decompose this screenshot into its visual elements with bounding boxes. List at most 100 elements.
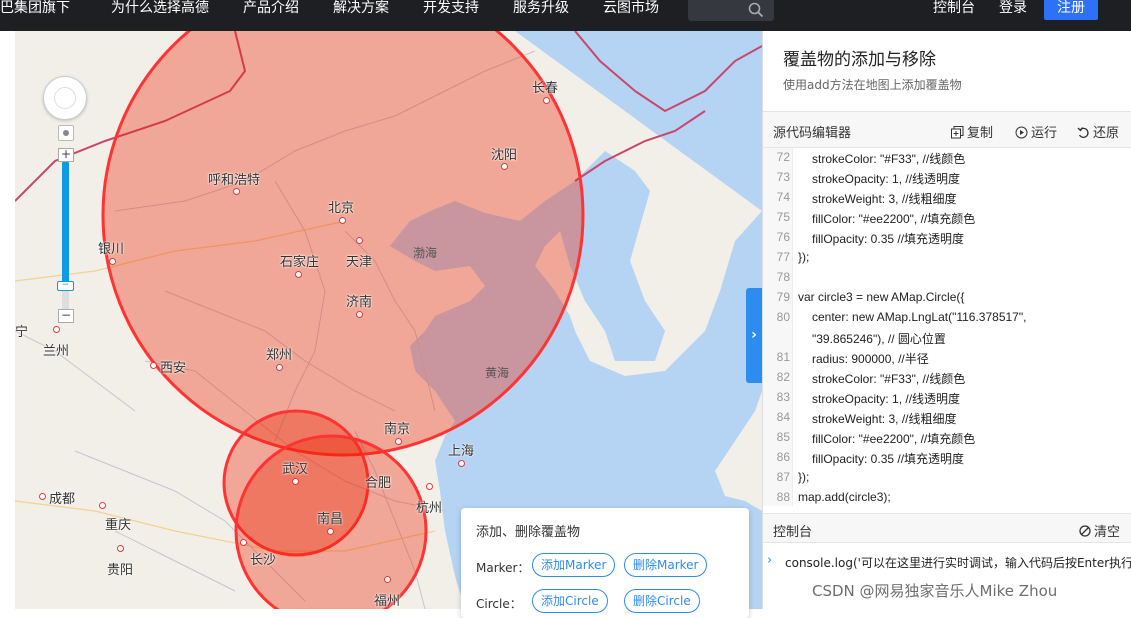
code-line: 79 var circle3 = new AMap.Circle({	[763, 290, 1131, 310]
code-line: 86 fillOpacity: 0.35 //填充透明度	[763, 450, 1131, 470]
line-number: 83	[776, 390, 790, 404]
reset-label: 还原	[1093, 126, 1120, 141]
code-line: 87});	[763, 470, 1131, 490]
line-number: 82	[776, 370, 790, 384]
editor-label: 源代码编辑器	[773, 126, 852, 141]
clear-console-button[interactable]: 清空	[1079, 521, 1120, 540]
code-text: strokeWeight: 3, //线粗细度	[812, 412, 957, 426]
code-text: strokeWeight: 3, //线粗细度	[812, 192, 957, 206]
line-number: 81	[776, 350, 790, 364]
code-editor[interactable]: 72 strokeColor: "#F33", //线颜色 73 strokeOpac…	[763, 148, 1131, 506]
console-label: 控制台	[773, 525, 813, 540]
watermark: CSDN @网易独家音乐人Mike Zhou	[812, 582, 1058, 600]
nav-item-products[interactable]: 产品介绍	[243, 0, 299, 31]
register-button[interactable]: 注册	[1044, 0, 1098, 20]
locate-icon[interactable]	[58, 125, 74, 141]
code-text: strokeColor: "#F33", //线颜色	[812, 372, 966, 386]
code-text: fillOpacity: 0.35 //填充透明度	[812, 452, 965, 466]
top-navigation: 巴集团旗下 为什么选择高德 产品介绍 解决方案 开发支持 服务升级 云图市场 控…	[0, 0, 1131, 31]
copy-icon	[951, 126, 964, 139]
line-number: 77	[776, 250, 790, 264]
circle-row-label: Circle：	[476, 597, 522, 611]
search-input[interactable]	[688, 0, 774, 21]
city-label: 郑州	[266, 344, 292, 371]
line-number: 79	[776, 290, 790, 304]
panel-collapse-toggle[interactable]: ›	[746, 288, 762, 383]
code-line: 82 strokeColor: "#F33", //线颜色	[763, 370, 1131, 390]
circle-overlay-1[interactable]	[101, 31, 585, 457]
zoom-track-remainder	[62, 291, 69, 309]
city-label: 重庆	[99, 502, 131, 533]
line-number: 75	[776, 210, 790, 224]
nav-item-dev-support[interactable]: 开发支持	[423, 0, 479, 31]
city-label: 南昌	[317, 508, 343, 535]
code-text: center: new AMap.LngLat("116.378517",	[812, 310, 1027, 324]
editor-toolbar: 源代码编辑器 复制 运行 还原	[763, 111, 1131, 148]
nav-item-service-upgrade[interactable]: 服务升级	[513, 0, 569, 31]
code-text: strokeColor: "#F33", //线颜色	[812, 152, 966, 166]
city-label: 合肥	[365, 476, 392, 491]
line-number: 72	[776, 150, 790, 164]
console-toolbar: 控制台 清空	[763, 513, 1131, 543]
code-line: 83 strokeOpacity: 1, //线透明度	[763, 390, 1131, 410]
line-number: 73	[776, 170, 790, 184]
nav-item-cloud-market[interactable]: 云图市场	[603, 0, 659, 31]
city-label: 成都	[39, 488, 75, 507]
map-pan-control[interactable]	[43, 76, 87, 120]
city-label: 石家庄	[280, 251, 319, 278]
line-number: 74	[776, 190, 790, 204]
city-label: 济南	[346, 291, 372, 318]
console-link[interactable]: 控制台	[933, 0, 975, 31]
copy-button[interactable]: 复制	[951, 122, 993, 141]
clear-icon	[1079, 525, 1091, 537]
code-text: });	[798, 250, 810, 264]
undo-icon	[1077, 127, 1089, 138]
card-title: 添加、删除覆盖物	[476, 525, 581, 540]
city-label: 上海	[448, 440, 474, 467]
line-number: 78	[776, 270, 790, 284]
run-button[interactable]: 运行	[1015, 122, 1057, 141]
zoom-slider-handle[interactable]: −	[57, 281, 74, 291]
city-label-partial: 宁	[15, 325, 29, 340]
city-label: 沈阳	[491, 144, 517, 170]
nav-item-solutions[interactable]: 解决方案	[333, 0, 389, 31]
console-input[interactable]: › console.log('可以在这里进行实时调试，输入代码后按Enter执行…	[763, 553, 1131, 573]
code-text: strokeOpacity: 1, //线透明度	[812, 392, 961, 406]
code-line: 72 strokeColor: "#F33", //线颜色	[763, 150, 1131, 170]
city-label: 长春	[532, 77, 558, 104]
city-label: 呼和浩特	[208, 169, 260, 195]
search-icon[interactable]	[748, 2, 764, 18]
login-link[interactable]: 登录	[999, 0, 1027, 31]
reset-button[interactable]: 还原	[1077, 122, 1119, 141]
zoom-in-button[interactable]: +	[58, 148, 74, 162]
code-line: 75 fillColor: "#ee2200", //填充颜色	[763, 210, 1131, 230]
zoom-slider-track[interactable]	[62, 162, 69, 286]
city-label: 杭州	[416, 483, 442, 516]
code-line: 85 fillColor: "#ee2200", //填充颜色	[763, 430, 1131, 450]
remove-marker-button[interactable]: 删除Marker	[624, 553, 708, 577]
play-icon	[1015, 126, 1028, 139]
nav-item-group[interactable]: 巴集团旗下	[0, 0, 70, 31]
prompt-chevron-icon: ›	[767, 553, 773, 568]
panel-title: 覆盖物的添加与移除	[783, 50, 936, 70]
code-panel: 覆盖物的添加与移除 使用add方法在地图上添加覆盖物 源代码编辑器 复制 运行 …	[762, 31, 1131, 609]
run-label: 运行	[1031, 126, 1058, 141]
code-line: 80 center: new AMap.LngLat("116.378517",	[763, 310, 1131, 330]
remove-circle-button[interactable]: 删除Circle	[624, 589, 700, 613]
nav-item-why[interactable]: 为什么选择高德	[111, 0, 209, 31]
code-line: 77});	[763, 250, 1131, 270]
city-label: 天津	[346, 237, 372, 270]
clear-label: 清空	[1094, 525, 1121, 540]
code-text: strokeOpacity: 1, //线透明度	[812, 172, 961, 186]
code-text: fillOpacity: 0.35 //填充透明度	[812, 232, 965, 246]
sea-label-yellow-sea: 黄海	[485, 366, 510, 380]
add-circle-button[interactable]: 添加Circle	[532, 589, 608, 613]
zoom-out-button[interactable]: −	[58, 309, 74, 323]
line-number: 80	[776, 310, 790, 324]
code-line: "39.865246"), // 圆心位置	[763, 330, 1131, 350]
city-label: 西安	[150, 357, 186, 376]
city-label: 贵阳	[107, 545, 133, 578]
line-number: 85	[776, 430, 790, 444]
add-marker-button[interactable]: 添加Marker	[532, 553, 616, 577]
line-number: 86	[776, 450, 790, 464]
